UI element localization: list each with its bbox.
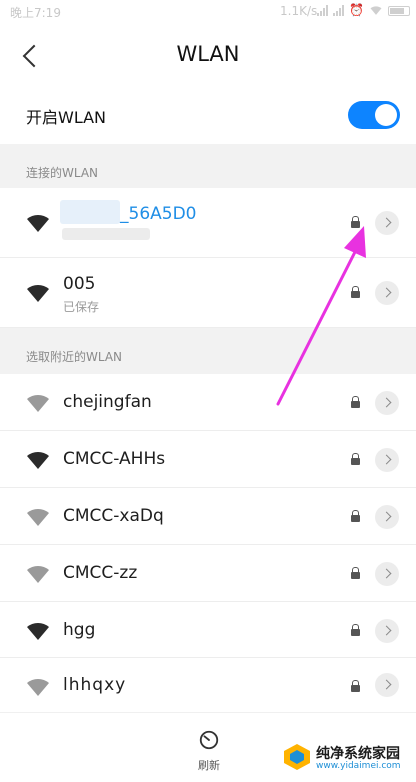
network-detail-button[interactable]: [375, 281, 399, 305]
nearby-section-header: 选取附近的WLAN: [0, 328, 416, 374]
network-ssid: CMCC-xaDq: [63, 506, 164, 526]
network-ssid: lhhqxy: [63, 675, 127, 695]
status-bar: 晚上7:19 1.1K/s ⏰: [0, 0, 416, 24]
refresh-button[interactable]: 刷新: [186, 727, 232, 775]
page-title: WLAN: [176, 42, 240, 66]
wifi-icon: [27, 394, 49, 412]
wifi-icon: [27, 214, 49, 232]
wlan-toggle-switch[interactable]: [348, 101, 400, 129]
network-status: 已保存: [63, 300, 100, 314]
lock-icon: [351, 624, 360, 636]
network-row[interactable]: chejingfan: [0, 374, 416, 431]
network-row[interactable]: CMCC-xaDq: [0, 488, 416, 545]
network-speed: 1.1K/s: [280, 4, 318, 18]
lock-icon: [351, 286, 360, 298]
watermark-title: 纯净系统家园: [316, 746, 400, 762]
wlan-toggle-row[interactable]: 开启WLAN: [0, 88, 416, 144]
site-watermark: 纯净系统家园 www.yidaimei.com: [282, 742, 412, 776]
network-ssid: CMCC-AHHs: [63, 449, 166, 469]
network-ssid: 005: [63, 274, 96, 294]
network-row[interactable]: CMCC-zz: [0, 545, 416, 602]
cell-signal-icon: [317, 5, 329, 16]
network-ssid: chejingfan: [63, 392, 152, 412]
lock-icon: [351, 396, 360, 408]
network-detail-button[interactable]: [375, 211, 399, 235]
wifi-icon: [27, 565, 49, 583]
network-row-saved[interactable]: 005 已保存: [0, 258, 416, 328]
network-row[interactable]: CMCC-AHHs: [0, 431, 416, 488]
network-detail-button[interactable]: [375, 673, 399, 697]
lock-icon: [351, 567, 360, 579]
alarm-icon: ⏰: [349, 3, 364, 17]
lock-icon: [351, 510, 360, 522]
cell-signal-2-icon: [333, 5, 345, 16]
network-detail-button[interactable]: [375, 448, 399, 472]
wifi-icon: [27, 284, 49, 302]
status-icons: ⏰: [317, 3, 410, 17]
refresh-icon: [199, 730, 219, 750]
status-wifi-icon: [370, 6, 382, 15]
network-row-connected[interactable]: _56A5D0: [0, 188, 416, 258]
lock-icon: [351, 453, 360, 465]
wifi-icon: [27, 508, 49, 526]
wifi-icon: [27, 622, 49, 640]
status-time: 晚上7:19: [10, 6, 61, 20]
network-ssid: CMCC-zz: [63, 563, 138, 583]
battery-icon: [388, 5, 410, 16]
lock-icon: [351, 680, 360, 692]
connected-section-label: 连接的WLAN: [26, 166, 99, 180]
network-detail-button[interactable]: [375, 505, 399, 529]
network-ssid: _56A5D0: [120, 204, 197, 224]
wlan-toggle-label: 开启WLAN: [26, 108, 107, 127]
network-row[interactable]: lhhqxy: [0, 658, 416, 712]
wifi-icon: [27, 451, 49, 469]
watermark-logo-icon: [284, 744, 310, 770]
network-detail-button[interactable]: [375, 391, 399, 415]
connected-section-header: 连接的WLAN: [0, 144, 416, 188]
toggle-knob: [375, 104, 397, 126]
nearby-section-label: 选取附近的WLAN: [26, 350, 123, 364]
header: WLAN: [0, 24, 416, 88]
network-ssid: hgg: [63, 620, 96, 640]
redacted-status: [62, 228, 150, 240]
redacted-ssid-prefix: [60, 200, 120, 224]
network-detail-button[interactable]: [375, 619, 399, 643]
lock-icon: [351, 216, 360, 228]
refresh-label: 刷新: [198, 759, 220, 772]
network-row[interactable]: hgg: [0, 602, 416, 658]
wifi-icon: [27, 678, 49, 696]
watermark-url: www.yidaimei.com: [316, 761, 401, 771]
network-detail-button[interactable]: [375, 562, 399, 586]
